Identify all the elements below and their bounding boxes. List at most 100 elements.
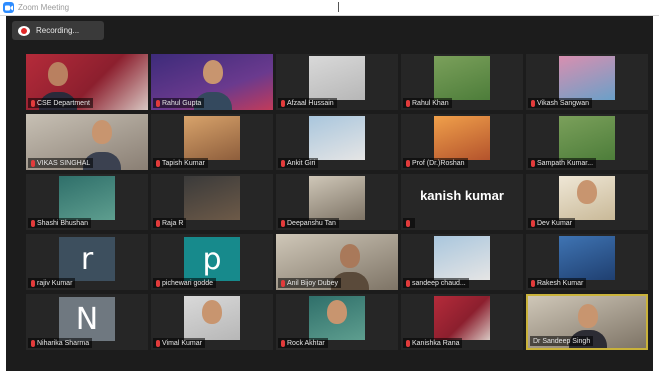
muted-mic-icon xyxy=(156,219,160,227)
participant-name: Sampath Kumar... xyxy=(537,159,594,167)
video-feed xyxy=(434,116,490,160)
participant-face xyxy=(92,120,112,144)
participant-tile[interactable]: Afzaal Hussain xyxy=(276,54,398,110)
participant-nameplate: sandeep chaud... xyxy=(403,278,469,288)
participant-tile[interactable]: Anil Bijoy Dubey xyxy=(276,234,398,290)
participant-name: pichewari godde xyxy=(162,279,213,287)
participant-tile[interactable]: Rakesh Kumar xyxy=(526,234,648,290)
participant-name: Shashi Bhushan xyxy=(37,219,88,227)
participant-name: Rakesh Kumar xyxy=(537,279,584,287)
participant-tile[interactable]: Raja R xyxy=(151,174,273,230)
participant-nameplate: Deepanshu Tan xyxy=(278,218,339,228)
participant-name: Ankit Giri xyxy=(287,159,316,167)
participant-name: Deepanshu Tan xyxy=(287,219,336,227)
participant-avatar: p xyxy=(184,237,240,281)
participant-face xyxy=(327,300,347,324)
muted-mic-icon xyxy=(156,339,160,347)
participant-name: rajiv Kumar xyxy=(37,279,73,287)
participant-name: Rock Akhtar xyxy=(287,339,325,347)
participant-tile[interactable]: Tapish Kumar xyxy=(151,114,273,170)
participant-tile[interactable]: r rajiv Kumar xyxy=(26,234,148,290)
video-feed xyxy=(184,176,240,220)
participant-nameplate: Ankit Giri xyxy=(278,158,319,168)
participant-nameplate: Vimal Kumar xyxy=(153,338,205,348)
participant-nameplate: Anil Bijoy Dubey xyxy=(278,278,341,288)
participant-face xyxy=(202,300,222,324)
participant-nameplate: CSE Department xyxy=(28,98,93,108)
recording-label: Recording... xyxy=(36,26,80,35)
participant-face xyxy=(340,244,360,268)
participant-tile[interactable]: CSE Department xyxy=(26,54,148,110)
participant-nameplate: Niharika Sharma xyxy=(28,338,93,348)
video-feed xyxy=(59,176,115,220)
muted-mic-icon xyxy=(31,159,35,167)
participant-avatar: r xyxy=(59,237,115,281)
window-titlebar: Zoom Meeting xyxy=(0,0,659,16)
participant-tile[interactable]: Vimal Kumar xyxy=(151,294,273,350)
participant-tile[interactable]: Rock Akhtar xyxy=(276,294,398,350)
muted-mic-icon xyxy=(31,339,35,347)
participant-tile[interactable]: Vikash Sangwan xyxy=(526,54,648,110)
participant-nameplate: Rakesh Kumar xyxy=(528,278,587,288)
participant-name: Dr Sandeep Singh xyxy=(533,337,591,345)
participant-tile[interactable]: Kanishka Rana xyxy=(401,294,523,350)
muted-mic-icon xyxy=(281,99,285,107)
participant-face xyxy=(577,180,597,204)
video-feed xyxy=(559,56,615,100)
participant-tile[interactable]: Shashi Bhushan xyxy=(26,174,148,230)
muted-mic-icon xyxy=(281,159,285,167)
muted-mic-icon xyxy=(531,279,535,287)
muted-mic-icon xyxy=(31,99,35,107)
participant-face xyxy=(578,304,598,328)
participant-tile[interactable]: sandeep chaud... xyxy=(401,234,523,290)
participant-nameplate: Dr Sandeep Singh xyxy=(530,336,594,346)
participant-tile[interactable]: Rahul Khan xyxy=(401,54,523,110)
participant-name: Raja R xyxy=(162,219,184,227)
participant-tile[interactable]: Dev Kumar xyxy=(526,174,648,230)
participant-tile[interactable]: Rahul Gupta xyxy=(151,54,273,110)
participant-nameplate: Raja R xyxy=(153,218,187,228)
participant-name: CSE Department xyxy=(37,99,90,107)
recording-icon xyxy=(18,25,30,36)
participant-tile[interactable]: Ankit Giri xyxy=(276,114,398,170)
participant-tile[interactable]: VIKAS SINGHAL xyxy=(26,114,148,170)
participant-tile[interactable]: kanish kumar xyxy=(401,174,523,230)
muted-mic-icon xyxy=(281,339,285,347)
video-feed xyxy=(309,116,365,160)
participant-nameplate: Rahul Khan xyxy=(403,98,452,108)
muted-mic-icon xyxy=(281,279,285,287)
participant-nameplate: VIKAS SINGHAL xyxy=(28,158,94,168)
window-title: Zoom Meeting xyxy=(18,3,70,12)
title-divider xyxy=(338,2,339,12)
participant-name: Anil Bijoy Dubey xyxy=(287,279,338,287)
video-feed xyxy=(309,56,365,100)
participant-nameplate: pichewari godde xyxy=(153,278,216,288)
participant-tile[interactable]: N Niharika Sharma xyxy=(26,294,148,350)
muted-mic-icon xyxy=(281,219,285,227)
participant-name: Rahul Khan xyxy=(412,99,449,107)
participant-nameplate: Dev Kumar xyxy=(528,218,576,228)
participant-name: Vikash Sangwan xyxy=(537,99,590,107)
participant-nameplate: Rahul Gupta xyxy=(153,98,205,108)
participant-avatar: N xyxy=(59,297,115,341)
participant-nameplate: Prof (Dr.)Roshan xyxy=(403,158,468,168)
participant-tile[interactable]: p pichewari godde xyxy=(151,234,273,290)
participant-face xyxy=(203,60,223,84)
video-feed xyxy=(559,116,615,160)
muted-mic-icon xyxy=(406,99,410,107)
video-feed xyxy=(184,116,240,160)
active-speaker-tile[interactable]: Dr Sandeep Singh xyxy=(526,294,648,350)
zoom-logo-icon xyxy=(3,2,14,13)
participant-tile[interactable]: Prof (Dr.)Roshan xyxy=(401,114,523,170)
participant-face xyxy=(48,62,68,86)
participant-name: Niharika Sharma xyxy=(37,339,90,347)
participant-tile[interactable]: Sampath Kumar... xyxy=(526,114,648,170)
muted-mic-icon xyxy=(406,159,410,167)
video-feed xyxy=(309,176,365,220)
video-feed xyxy=(434,56,490,100)
muted-mic-icon xyxy=(531,219,535,227)
participant-tile[interactable]: Deepanshu Tan xyxy=(276,174,398,230)
video-feed xyxy=(434,236,490,280)
muted-mic-icon xyxy=(406,219,410,227)
recording-indicator[interactable]: Recording... xyxy=(12,21,104,40)
